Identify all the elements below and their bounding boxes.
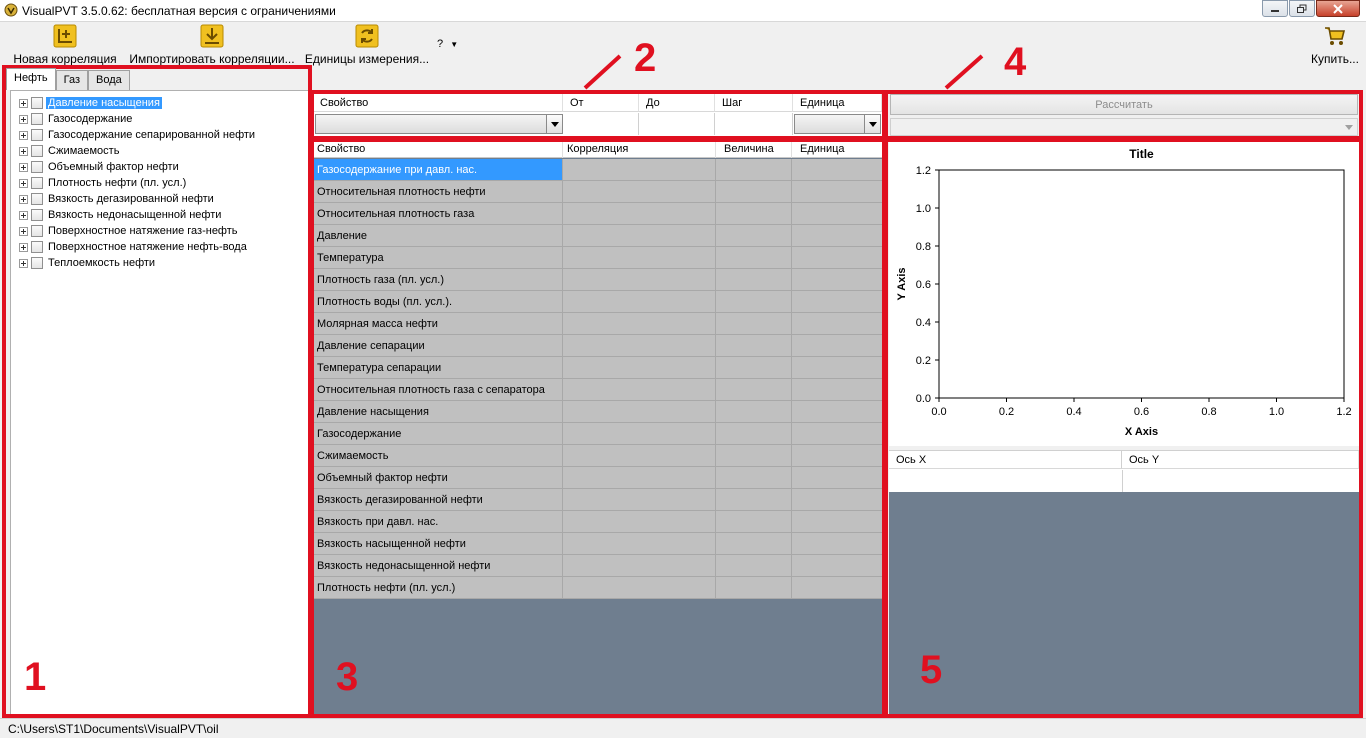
annotation-label-1: 1: [24, 655, 47, 699]
annotation-label-3: 3: [336, 655, 359, 699]
file-path: C:\Users\ST1\Documents\VisualPVT\oil: [8, 722, 219, 736]
annotation-arrow-2: [583, 54, 622, 90]
status-bar: C:\Users\ST1\Documents\VisualPVT\oil: [0, 718, 1366, 738]
annotation-arrow-4: [944, 54, 984, 90]
tab-oil[interactable]: Нефть: [6, 68, 56, 90]
annotation-label-5: 5: [920, 648, 943, 692]
annotation-label-2: 2: [634, 36, 657, 80]
annotation-label-4: 4: [1004, 40, 1027, 84]
annotation-arrows: [583, 54, 984, 90]
